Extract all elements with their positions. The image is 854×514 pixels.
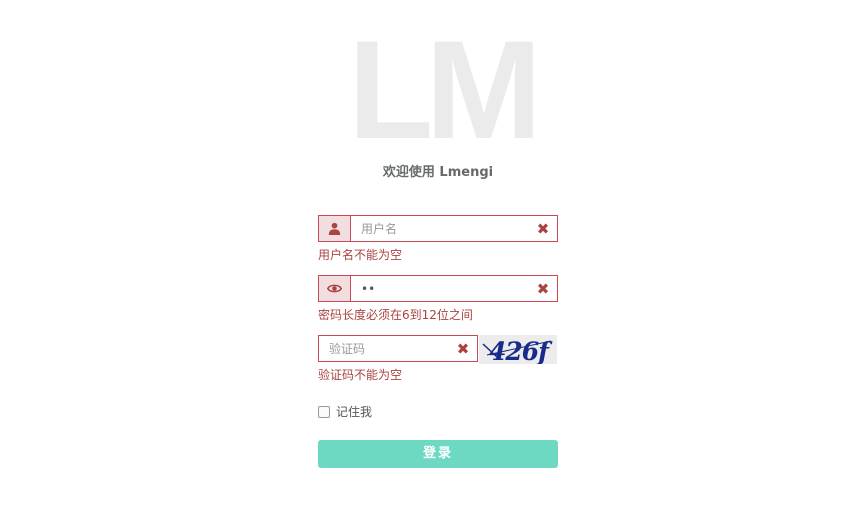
captcha-clear-icon[interactable]: ✖	[451, 336, 477, 361]
captcha-input[interactable]	[319, 336, 451, 361]
username-field: ✖	[318, 215, 558, 242]
username-error: 用户名不能为空	[318, 248, 403, 262]
remember-label: 记住我	[336, 405, 373, 419]
captcha-text: 426f	[489, 337, 553, 364]
remember-checkbox[interactable]	[318, 405, 330, 418]
password-error: 密码长度必须在6到12位之间	[318, 308, 473, 322]
login-button[interactable]: 登录	[318, 440, 558, 468]
login-page: LM 欢迎使用 Lmengi ✖ 用户名不能为空 ✖ 密码长度必须在6到12位之…	[0, 0, 854, 514]
username-clear-icon[interactable]: ✖	[531, 216, 557, 241]
user-icon	[319, 216, 351, 241]
captcha-field: ✖	[318, 335, 478, 362]
password-clear-icon[interactable]: ✖	[531, 276, 557, 301]
logo: LM	[347, 11, 542, 168]
password-field: ✖	[318, 275, 558, 302]
password-input[interactable]	[351, 276, 531, 301]
remember-me[interactable]: 记住我	[318, 403, 372, 420]
username-input[interactable]	[351, 216, 531, 241]
captcha-error: 验证码不能为空	[318, 368, 403, 382]
welcome-title: 欢迎使用 Lmengi	[382, 165, 494, 180]
captcha-image[interactable]: 426f	[479, 335, 557, 364]
eye-icon[interactable]	[319, 276, 351, 301]
